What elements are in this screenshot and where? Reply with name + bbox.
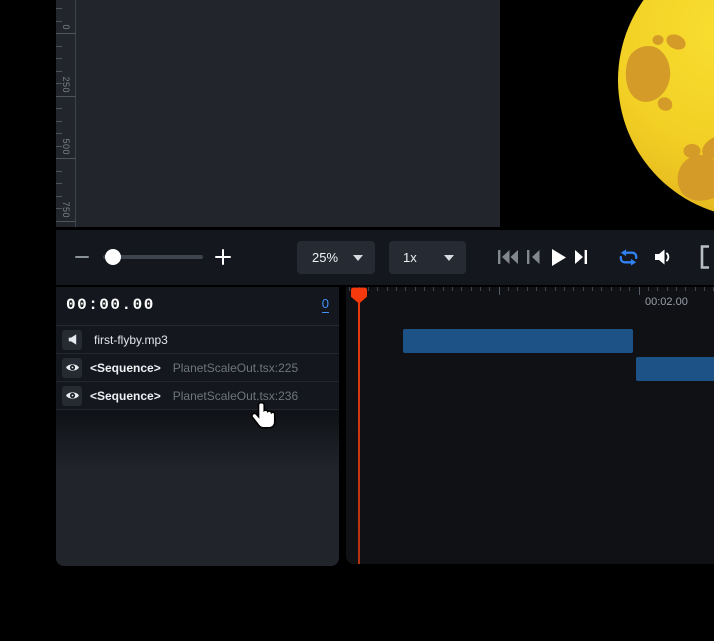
- loop-icon: [617, 248, 640, 267]
- playback-rate-select[interactable]: 1x: [389, 241, 466, 274]
- track-row-sequence-225[interactable]: <Sequence> PlanetScaleOut.tsx:225: [56, 354, 339, 382]
- skip-to-start-icon: [498, 250, 519, 264]
- preview-zoom-value: 25%: [312, 250, 338, 265]
- timeline-zoom-slider[interactable]: [103, 247, 203, 267]
- canvas-ruler-label: 500: [61, 138, 71, 155]
- zoom-in-button[interactable]: [211, 247, 235, 267]
- canvas-ruler-label: 0: [61, 24, 71, 30]
- visibility-toggle[interactable]: [62, 358, 82, 378]
- track-label: first-flyby.mp3: [94, 333, 168, 347]
- in-point-button[interactable]: [696, 244, 712, 270]
- canvas-area: 0 250 500 750: [56, 0, 714, 227]
- sequence-tag: <Sequence>: [90, 361, 161, 375]
- sequence-tag: <Sequence>: [90, 389, 161, 403]
- timeline-clip[interactable]: [636, 357, 714, 381]
- playhead-line[interactable]: [358, 302, 360, 564]
- slider-knob[interactable]: [105, 249, 121, 265]
- track-row-sequence-236[interactable]: <Sequence> PlanetScaleOut.tsx:236: [56, 382, 339, 410]
- video-preview: [500, 0, 714, 227]
- zoom-out-button[interactable]: [70, 247, 94, 267]
- timeline-track-panel: 00:00.00 0 first-flyby.mp3 <Sequence> Pl…: [56, 287, 339, 566]
- previous-frame-button[interactable]: [524, 247, 542, 267]
- playhead-handle[interactable]: [350, 287, 368, 309]
- volume-button[interactable]: [650, 246, 674, 268]
- current-time-display: 00:00.00: [66, 296, 155, 314]
- current-frame-link[interactable]: 0: [322, 297, 329, 313]
- mute-toggle[interactable]: [62, 330, 82, 350]
- track-row-audio[interactable]: first-flyby.mp3: [56, 326, 339, 354]
- chevron-down-icon: [444, 255, 454, 261]
- playhead-flag-icon: [350, 287, 368, 304]
- preview-zoom-select[interactable]: 25%: [297, 241, 375, 274]
- playback-rate-value: 1x: [403, 250, 417, 265]
- eye-icon: [65, 362, 80, 373]
- canvas-ruler: 0 250 500 750: [56, 0, 76, 227]
- eye-icon: [65, 390, 80, 401]
- volume-icon: [653, 249, 672, 265]
- timeline-second-label: 00:02.00: [645, 296, 688, 308]
- in-point-bracket-icon: [699, 245, 710, 269]
- minus-icon: [75, 256, 89, 258]
- loop-button[interactable]: [616, 245, 640, 269]
- canvas-ruler-label: 250: [61, 76, 71, 93]
- sequence-source: PlanetScaleOut.tsx:225: [173, 361, 298, 375]
- chevron-down-icon: [353, 255, 363, 261]
- timeline-header: 00:00.00 0: [56, 287, 339, 326]
- timeline-clip[interactable]: [403, 329, 633, 353]
- play-button[interactable]: [549, 246, 569, 268]
- play-icon: [552, 249, 566, 266]
- toolbar: 25% 1x: [56, 230, 714, 285]
- previous-frame-icon: [527, 250, 540, 264]
- sequence-source: PlanetScaleOut.tsx:236: [173, 389, 298, 403]
- next-frame-button[interactable]: [572, 247, 590, 267]
- next-frame-icon: [575, 250, 588, 264]
- studio-window: 0 250 500 750: [0, 0, 714, 641]
- canvas-ruler-label: 750: [61, 201, 71, 218]
- visibility-toggle[interactable]: [62, 386, 82, 406]
- timeline-tracks-area[interactable]: 00:02.00: [346, 287, 714, 564]
- skip-to-start-button[interactable]: [496, 247, 520, 267]
- speaker-icon: [66, 333, 79, 346]
- planet-image: [500, 0, 714, 227]
